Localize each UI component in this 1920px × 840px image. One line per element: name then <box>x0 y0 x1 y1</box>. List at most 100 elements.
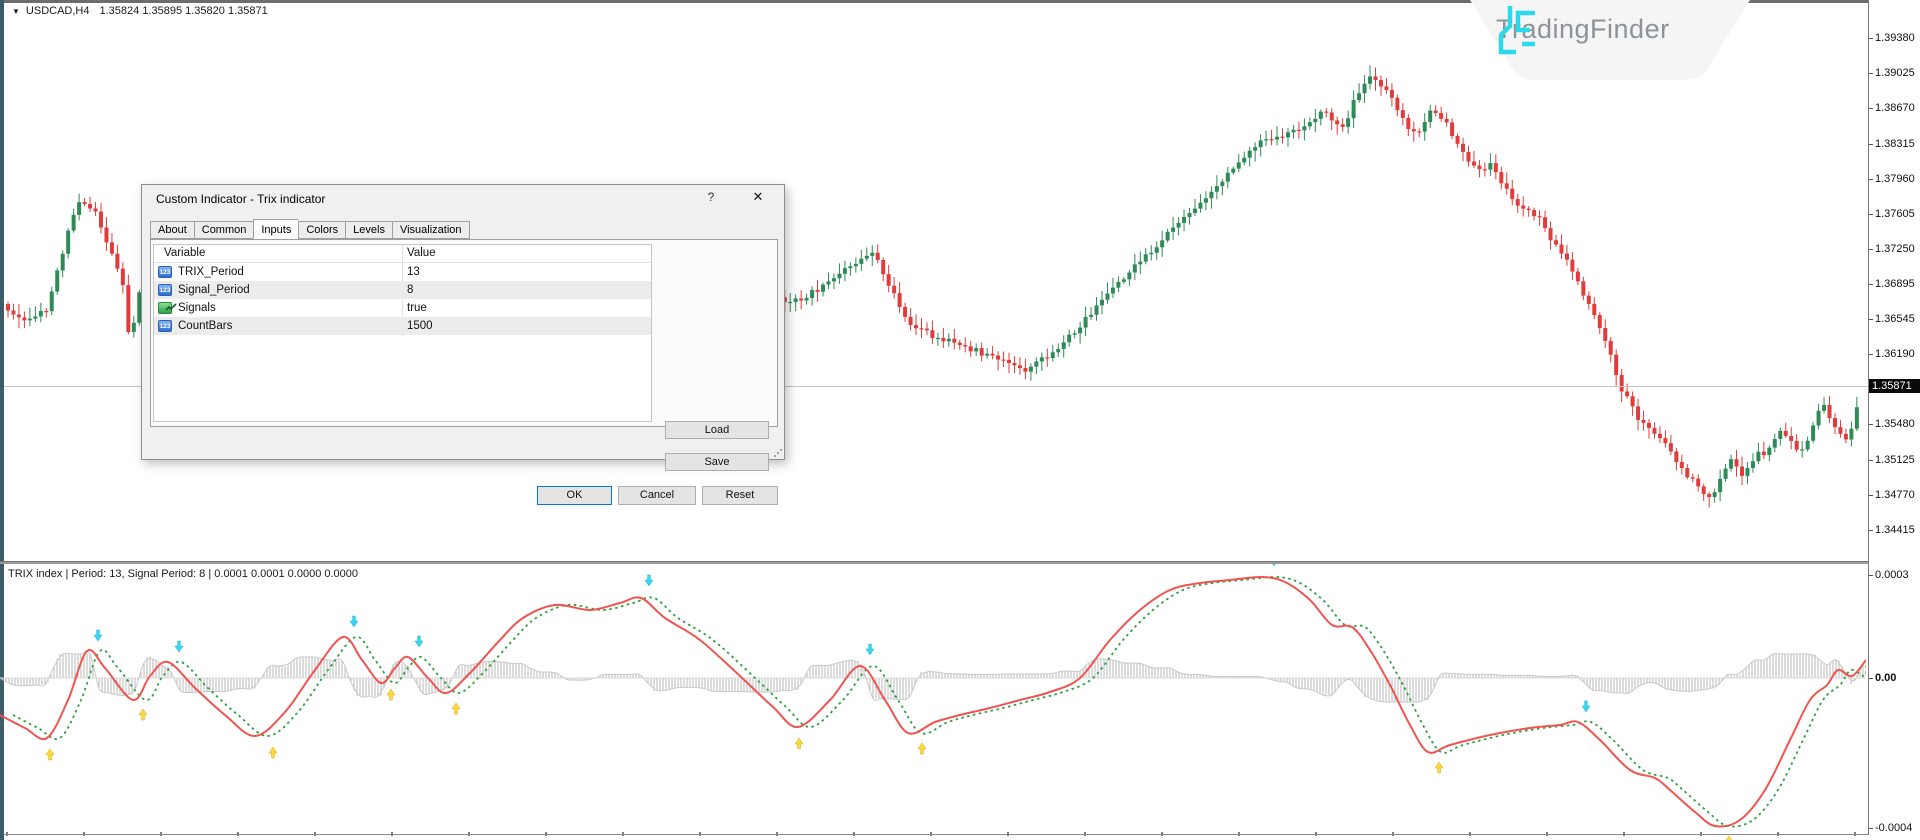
sell-signal-icon <box>350 616 358 627</box>
axis-tick <box>1869 354 1873 355</box>
axis-tick <box>1869 144 1873 145</box>
tab-inputs[interactable]: Inputs <box>253 219 298 239</box>
panel-splitter[interactable] <box>0 561 1868 564</box>
dialog-body: Variable Value 123 TRIX_Period 13 123 Signal… <box>150 239 778 427</box>
axis-tick <box>1869 678 1873 679</box>
chart-quotes: 1.35824 1.35895 1.35820 1.35871 <box>100 5 268 17</box>
tab-colors[interactable]: Colors <box>298 221 345 239</box>
param-value[interactable]: 1500 <box>407 317 433 335</box>
sell-signal-icon <box>415 636 423 647</box>
price-axis-label: 1.36545 <box>1875 313 1915 325</box>
param-name: Signals <box>178 299 216 317</box>
price-axis-label: 1.38670 <box>1875 102 1915 114</box>
tab-levels[interactable]: Levels <box>345 221 392 239</box>
price-axis-label: 1.35125 <box>1875 454 1915 466</box>
buy-signal-icon <box>387 689 395 700</box>
buy-signal-icon <box>139 709 147 720</box>
axis-tick <box>1869 108 1873 109</box>
numeric-param-icon: 123 <box>158 320 172 332</box>
param-name: Signal_Period <box>178 281 250 299</box>
param-name: CountBars <box>178 317 232 335</box>
param-row-signals[interactable]: Signals true <box>154 299 651 317</box>
column-header-value: Value <box>407 247 436 259</box>
axis-tick <box>1869 249 1873 250</box>
time-axis-line <box>4 834 1868 835</box>
numeric-param-icon: 123 <box>158 266 172 278</box>
price-axis-label: 1.37960 <box>1875 173 1915 185</box>
price-axis[interactable]: 1.393801.390251.386701.383151.379601.376… <box>1869 0 1920 840</box>
price-axis-label: 1.37250 <box>1875 243 1915 255</box>
cancel-button[interactable]: Cancel <box>618 486 696 505</box>
reset-button[interactable]: Reset <box>702 486 778 505</box>
tab-visualization[interactable]: Visualization <box>392 221 470 239</box>
axis-tick <box>1869 179 1873 180</box>
chart-title: ▼ USDCAD,H4 1.35824 1.35895 1.35820 1.3587… <box>12 5 268 17</box>
price-axis-label: 1.38315 <box>1875 138 1915 150</box>
price-axis-label: 1.39025 <box>1875 67 1915 79</box>
dialog-title: Custom Indicator - Trix indicator <box>156 192 325 206</box>
param-value[interactable]: true <box>407 299 427 317</box>
resize-grip[interactable] <box>774 449 782 457</box>
numeric-param-icon: 123 <box>158 284 172 296</box>
param-value[interactable]: 13 <box>407 263 420 281</box>
bool-param-icon <box>158 302 172 314</box>
sell-signal-icon <box>645 575 653 586</box>
axis-tick <box>1869 214 1873 215</box>
symbol-dropdown-icon[interactable]: ▼ <box>12 7 20 16</box>
mt-chart-window: { "window": { "symbol": "USDCAD,H4", "qu… <box>0 0 1920 840</box>
buy-signal-icon <box>269 747 277 758</box>
current-price-tag: 1.35871 <box>1869 379 1920 393</box>
axis-tick <box>1869 424 1873 425</box>
param-name: TRIX_Period <box>178 263 244 281</box>
indicator-axis-label: 0.0003 <box>1875 569 1909 581</box>
axis-tick <box>1869 828 1873 829</box>
price-axis-label: 1.37605 <box>1875 208 1915 220</box>
tab-about[interactable]: About <box>150 221 194 239</box>
axis-tick <box>1869 530 1873 531</box>
axis-tick <box>1869 73 1873 74</box>
help-icon[interactable]: ? <box>702 190 720 206</box>
custom-indicator-dialog: Custom Indicator - Trix indicator ? ✕ Ab… <box>141 184 785 460</box>
close-icon[interactable]: ✕ <box>747 189 769 206</box>
axis-tick <box>1869 319 1873 320</box>
indicator-axis-label: 0.00 <box>1875 672 1896 684</box>
brand-logo-icon <box>1496 4 1540 56</box>
price-axis-label: 1.34415 <box>1875 524 1915 536</box>
save-button[interactable]: Save <box>665 453 769 471</box>
trix-indicator-chart[interactable] <box>0 564 1866 840</box>
price-axis-label: 1.36190 <box>1875 348 1915 360</box>
param-row-countbars[interactable]: 123 CountBars 1500 <box>154 317 651 335</box>
axis-tick <box>1869 38 1873 39</box>
buy-signal-icon <box>918 743 926 754</box>
parameters-table[interactable]: Variable Value 123 TRIX_Period 13 123 Signal… <box>153 244 652 422</box>
sell-signal-icon <box>94 630 102 641</box>
tab-common[interactable]: Common <box>194 221 254 239</box>
indicator-axis-label: -0.0004 <box>1875 822 1912 834</box>
brand-badge: TradingFinder <box>1462 0 1758 84</box>
param-row-signal_period[interactable]: 123 Signal_Period 8 <box>154 281 651 299</box>
load-button[interactable]: Load <box>665 421 769 439</box>
buy-signal-icon <box>795 738 803 749</box>
sell-signal-icon <box>1582 701 1590 712</box>
price-axis-label: 1.35480 <box>1875 418 1915 430</box>
axis-tick <box>1869 495 1873 496</box>
axis-tick <box>1869 284 1873 285</box>
sell-signal-icon <box>175 641 183 652</box>
trix-indicator-label: TRIX index | Period: 13, Signal Period: … <box>8 568 358 580</box>
sell-signal-icon <box>1270 564 1278 566</box>
ok-button[interactable]: OK <box>537 486 612 505</box>
dialog-tabs: AboutCommonInputsColorsLevelsVisualizati… <box>150 221 470 239</box>
chart-symbol: USDCAD,H4 <box>26 5 90 17</box>
buy-signal-icon <box>46 749 54 760</box>
axis-tick <box>1869 575 1873 576</box>
buy-signal-icon <box>1435 762 1443 773</box>
buy-signal-icon <box>452 703 460 714</box>
param-row-trix_period[interactable]: 123 TRIX_Period 13 <box>154 263 651 281</box>
sell-signal-icon <box>866 644 874 655</box>
price-axis-label: 1.36895 <box>1875 278 1915 290</box>
buy-signal-icon <box>1725 836 1733 840</box>
axis-tick <box>1869 460 1873 461</box>
param-value[interactable]: 8 <box>407 281 413 299</box>
price-axis-label: 1.34770 <box>1875 489 1915 501</box>
column-header-variable: Variable <box>164 247 205 259</box>
